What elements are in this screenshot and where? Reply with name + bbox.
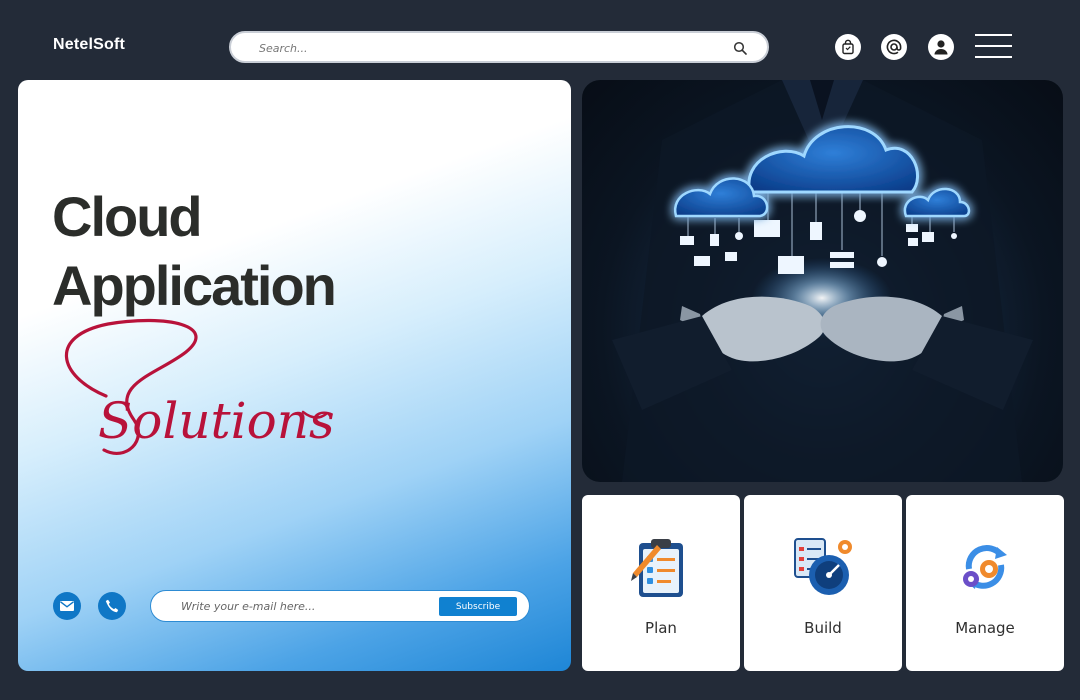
user-icon — [934, 40, 948, 55]
search-icon[interactable] — [733, 41, 747, 55]
subscribe-button[interactable]: Subscribe — [439, 597, 517, 616]
manage-card[interactable]: Manage — [906, 495, 1064, 671]
build-gauge-icon — [794, 538, 852, 595]
clipboard-checklist-icon — [631, 539, 683, 597]
hero-panel: Cloud Application Solutions Subscribe — [18, 80, 571, 671]
account-button[interactable] — [928, 34, 954, 60]
mail-icon — [60, 601, 74, 611]
hero-title-line2: Application — [52, 254, 337, 317]
build-label: Build — [804, 619, 842, 637]
mail-contact-button[interactable] — [53, 592, 81, 620]
build-card[interactable]: Build — [744, 495, 902, 671]
plan-card[interactable]: Plan — [582, 495, 740, 671]
cloud-network-illustration — [612, 80, 1033, 482]
menu-icon[interactable] — [975, 34, 1012, 60]
plan-label: Plan — [645, 619, 677, 637]
search-input[interactable] — [259, 39, 709, 57]
email-subscribe-form: Subscribe — [150, 590, 530, 622]
hero-title-line1: Cloud — [52, 185, 203, 248]
hero-script-word: Solutions — [64, 318, 335, 455]
at-sign-icon — [886, 39, 902, 55]
cart-button[interactable] — [835, 34, 861, 60]
manage-label: Manage — [955, 619, 1015, 637]
shopping-bag-icon — [842, 39, 854, 55]
cloud-hero-image — [582, 80, 1063, 482]
phone-contact-button[interactable] — [98, 592, 126, 620]
email-button[interactable] — [881, 34, 907, 60]
phone-icon — [105, 599, 119, 613]
email-input[interactable] — [181, 598, 431, 614]
search-bar[interactable] — [229, 31, 769, 63]
gears-refresh-icon — [963, 545, 1007, 589]
logo[interactable]: NetelSoft — [53, 36, 125, 54]
